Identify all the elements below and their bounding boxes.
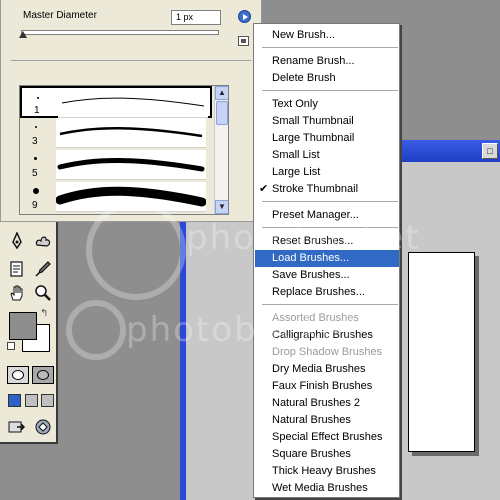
- menu-separator: [262, 90, 398, 91]
- menu-item-text-only[interactable]: Text Only: [255, 96, 399, 113]
- brush-panel-flyout-menu: New Brush... Rename Brush... Delete Brus…: [253, 23, 400, 498]
- brush-row[interactable]: 9: [20, 182, 212, 214]
- menu-separator: [262, 201, 398, 202]
- menu-item-thick-heavy-brushes[interactable]: Thick Heavy Brushes: [255, 463, 399, 480]
- menu-item-stroke-thumbnail-row[interactable]: ✔ Stroke Thumbnail: [255, 181, 399, 198]
- canvas-shadow: [412, 452, 478, 456]
- foreground-color-swatch[interactable]: [9, 312, 37, 340]
- menu-item-rename-brush[interactable]: Rename Brush...: [255, 53, 399, 70]
- menu-item-large-thumbnail[interactable]: Large Thumbnail: [255, 130, 399, 147]
- menu-item-small-list[interactable]: Small List: [255, 147, 399, 164]
- brush-size: 1: [34, 105, 40, 116]
- panel-divider: [11, 60, 251, 61]
- master-diameter-slider[interactable]: [21, 30, 219, 35]
- stroke-thumbnail: [58, 88, 208, 118]
- brush-tip-preview: [34, 157, 37, 160]
- custom-shape-icon[interactable]: [32, 230, 54, 252]
- swap-colors-icon[interactable]: ↰: [40, 308, 48, 319]
- menu-item-load-brushes[interactable]: Load Brushes...: [255, 250, 399, 267]
- menu-separator: [262, 227, 398, 228]
- menu-separator: [262, 304, 398, 305]
- menu-item-stroke-thumbnail[interactable]: Stroke Thumbnail: [255, 181, 399, 198]
- master-diameter-slider-thumb[interactable]: [19, 31, 27, 38]
- brush-row[interactable]: 3: [20, 118, 212, 150]
- scrollbar-thumb[interactable]: [216, 101, 228, 125]
- menu-item-replace-brushes[interactable]: Replace Brushes...: [255, 284, 399, 301]
- master-diameter-field[interactable]: 1 px: [171, 10, 221, 25]
- brush-list: 1 3 5 9 ▲ ▼: [19, 85, 229, 215]
- brush-tip-preview: [33, 188, 39, 194]
- brush-size: 3: [32, 136, 38, 147]
- brush-size: 5: [32, 168, 38, 179]
- stroke-thumbnail: [55, 182, 207, 212]
- panel-menu-button[interactable]: [238, 10, 251, 23]
- edit-in-imageready-icon[interactable]: [32, 416, 54, 438]
- menu-item-faux-finish-brushes[interactable]: Faux Finish Brushes: [255, 378, 399, 395]
- master-diameter-label: Master Diameter: [23, 10, 97, 21]
- hand-icon[interactable]: [6, 282, 28, 304]
- menu-item-save-brushes[interactable]: Save Brushes...: [255, 267, 399, 284]
- menu-item-calligraphic-brushes[interactable]: Calligraphic Brushes: [255, 327, 399, 344]
- menu-item-preset-manager[interactable]: Preset Manager...: [255, 207, 399, 224]
- menu-item-assorted-brushes: Assorted Brushes: [272, 312, 359, 324]
- brush-tip-preview: [35, 126, 37, 128]
- maximize-button[interactable]: □: [482, 143, 498, 159]
- menu-item-natural-brushes-2[interactable]: Natural Brushes 2: [255, 395, 399, 412]
- brush-size: 9: [32, 200, 38, 211]
- menu-item-drop-shadow-brushes: Drop Shadow Brushes: [272, 346, 383, 358]
- pen-icon[interactable]: [6, 230, 28, 252]
- stroke-thumbnail: [56, 150, 206, 180]
- notes-icon[interactable]: [6, 258, 28, 280]
- standard-mode-button[interactable]: [7, 366, 29, 384]
- eyedropper-icon[interactable]: [32, 258, 54, 280]
- new-brush-icon[interactable]: [238, 36, 249, 46]
- canvas-shadow-side: [475, 256, 479, 456]
- zoom-icon[interactable]: [32, 282, 54, 304]
- menu-item-delete-brush[interactable]: Delete Brush: [255, 70, 399, 87]
- scroll-down-button[interactable]: ▼: [215, 200, 228, 214]
- brush-preset-panel: Master Diameter 1 px 1 3 5 9 ▲ ▼: [0, 0, 262, 222]
- scroll-up-button[interactable]: ▲: [215, 86, 228, 100]
- menu-item-new-brush[interactable]: New Brush...: [255, 27, 399, 44]
- brush-tip-preview: [37, 97, 39, 99]
- brush-row[interactable]: 5: [20, 150, 212, 182]
- brush-list-scrollbar[interactable]: ▲ ▼: [214, 86, 228, 214]
- menu-separator: [262, 47, 398, 48]
- menu-item-square-brushes[interactable]: Square Brushes: [255, 446, 399, 463]
- default-colors-icon[interactable]: [7, 342, 15, 350]
- menu-item-reset-brushes[interactable]: Reset Brushes...: [255, 233, 399, 250]
- jump-to-imageready-icon[interactable]: [6, 416, 28, 438]
- full-screen-mode-button[interactable]: [41, 394, 54, 407]
- quick-mask-mode-button[interactable]: [32, 366, 54, 384]
- menu-item-special-effect-brushes[interactable]: Special Effect Brushes: [255, 429, 399, 446]
- menu-item-dry-media-brushes[interactable]: Dry Media Brushes: [255, 361, 399, 378]
- standard-screen-mode-button[interactable]: [8, 394, 21, 407]
- document-canvas[interactable]: [408, 252, 475, 452]
- menu-item-wet-media-brushes[interactable]: Wet Media Brushes: [255, 480, 399, 497]
- full-screen-menu-mode-button[interactable]: [25, 394, 38, 407]
- menu-item-natural-brushes[interactable]: Natural Brushes: [255, 412, 399, 429]
- stroke-thumbnail: [56, 118, 206, 148]
- menu-item-large-list[interactable]: Large List: [255, 164, 399, 181]
- brush-row[interactable]: 1: [20, 86, 212, 118]
- menu-item-small-thumbnail[interactable]: Small Thumbnail: [255, 113, 399, 130]
